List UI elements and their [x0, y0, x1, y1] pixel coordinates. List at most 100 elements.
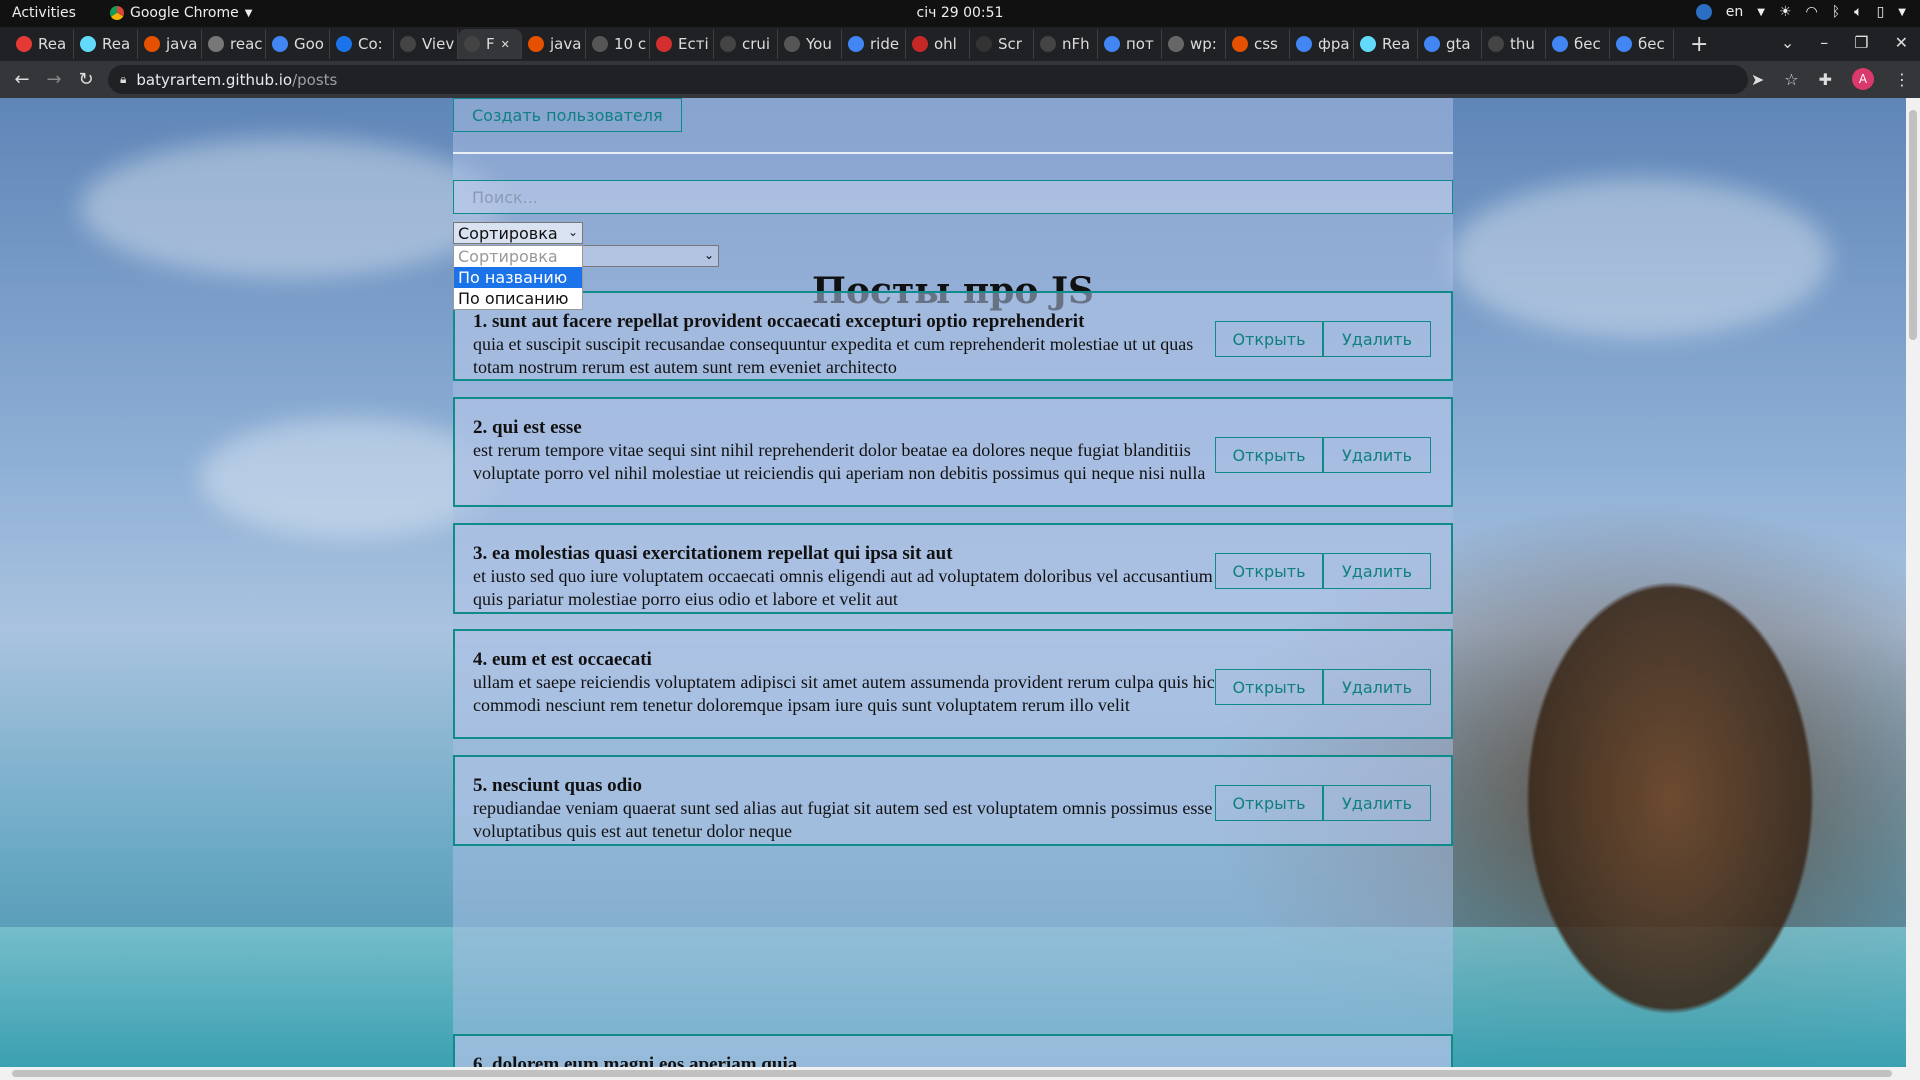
browser-tab[interactable]: F ✕: [458, 29, 522, 59]
minimize-icon[interactable]: –: [1820, 33, 1828, 52]
delete-post-button[interactable]: Удалить: [1323, 437, 1431, 473]
background-cloud: [1450, 178, 1830, 338]
open-post-button[interactable]: Открыть: [1215, 785, 1323, 821]
profile-avatar[interactable]: A: [1852, 68, 1874, 90]
delete-post-button[interactable]: Удалить: [1323, 553, 1431, 589]
horizontal-scrollbar[interactable]: [0, 1067, 1920, 1080]
favicon-icon: [1488, 36, 1504, 52]
browser-tab[interactable]: 10 c: [586, 29, 650, 59]
tab-search-icon[interactable]: ⌄: [1781, 33, 1794, 52]
reload-icon[interactable]: ↻: [70, 69, 102, 90]
tab-label: thu: [1510, 35, 1535, 53]
star-icon[interactable]: ☆: [1784, 70, 1798, 89]
favicon-icon: [976, 36, 992, 52]
browser-tab[interactable]: Rea: [74, 29, 138, 59]
post-body: quia et suscipit suscipit recusandae con…: [473, 334, 1194, 377]
browser-tab[interactable]: Co:: [330, 29, 394, 59]
close-tab-icon[interactable]: ✕: [501, 38, 510, 51]
browser-tab[interactable]: java: [138, 29, 202, 59]
lock-icon: 🔒︎: [120, 72, 127, 86]
tab-label: пот: [1126, 35, 1154, 53]
vertical-scrollbar[interactable]: [1906, 98, 1920, 1067]
tab-label: css: [1254, 35, 1278, 53]
browser-tab[interactable]: gta: [1418, 29, 1482, 59]
sort-option[interactable]: По названию: [454, 267, 582, 288]
browser-tab[interactable]: пот: [1098, 29, 1162, 59]
sort-option[interactable]: По описанию: [454, 288, 582, 309]
browser-tab[interactable]: wp:: [1162, 29, 1226, 59]
favicon-icon: [144, 36, 160, 52]
tab-label: Rea: [1382, 35, 1411, 53]
chevron-down-icon: ⌄: [567, 225, 578, 239]
create-user-button[interactable]: Создать пользователя: [453, 98, 682, 132]
tab-label: ohl: [934, 35, 957, 53]
background-horse: [1470, 478, 1890, 1067]
address-bar[interactable]: 🔒︎ batyrartem.github.io/posts: [108, 65, 1748, 94]
post-actions: Открыть Удалить: [1215, 785, 1431, 821]
delete-post-button[interactable]: Удалить: [1323, 321, 1431, 357]
browser-tab[interactable]: бес: [1546, 29, 1610, 59]
favicon-icon: [1360, 36, 1376, 52]
new-tab-button[interactable]: +: [1690, 32, 1708, 57]
browser-tab[interactable]: You: [778, 29, 842, 59]
tab-label: Ecтi: [678, 35, 709, 53]
tab-label: Co:: [358, 35, 383, 53]
post-title: 6. dolorem eum magni eos aperiam quia: [473, 1054, 798, 1067]
back-arrow-icon[interactable]: ←: [6, 69, 38, 90]
browser-tab[interactable]: Rea: [1354, 29, 1418, 59]
url-host: batyrartem.github.io: [136, 70, 293, 89]
browser-tab[interactable]: ride: [842, 29, 906, 59]
tab-label: java: [550, 35, 582, 53]
browser-tab[interactable]: java: [522, 29, 586, 59]
favicon-icon: [464, 36, 480, 52]
favicon-icon: [720, 36, 736, 52]
search-input[interactable]: [453, 180, 1453, 214]
tab-label: бес: [1638, 35, 1665, 53]
scrollbar-thumb[interactable]: [1909, 110, 1917, 340]
clock[interactable]: січ 29 00:51: [0, 5, 1920, 21]
chevron-down-icon: ▼: [1898, 6, 1906, 18]
forward-arrow-icon[interactable]: →: [38, 69, 70, 90]
delete-post-button[interactable]: Удалить: [1323, 669, 1431, 705]
tab-label: crui: [742, 35, 771, 53]
scrollbar-thumb[interactable]: [12, 1070, 1892, 1077]
tab-label: java: [166, 35, 198, 53]
tab-label: бес: [1574, 35, 1601, 53]
open-post-button[interactable]: Открыть: [1215, 669, 1323, 705]
open-post-button[interactable]: Открыть: [1215, 553, 1323, 589]
post-title: 1. sunt aut facere repellat provident oc…: [473, 311, 1085, 332]
chevron-down-icon: ▼: [1757, 6, 1765, 18]
extensions-icon[interactable]: ✚: [1819, 70, 1832, 89]
post-title: 5. nesciunt quas odio: [473, 775, 642, 796]
sort-select-value: Сортировка: [458, 223, 558, 243]
open-post-button[interactable]: Открыть: [1215, 437, 1323, 473]
close-window-icon[interactable]: ✕: [1895, 33, 1908, 52]
language-indicator[interactable]: en: [1726, 4, 1744, 20]
posts-app: Создать пользователя ⌄ Сортировка ⌄ Сорт…: [453, 98, 1453, 1067]
send-icon[interactable]: ➤: [1751, 70, 1764, 89]
browser-tab[interactable]: ohl: [906, 29, 970, 59]
open-post-button[interactable]: Открыть: [1215, 321, 1323, 357]
browser-tab[interactable]: crui: [714, 29, 778, 59]
browser-tab[interactable]: Rea: [10, 29, 74, 59]
browser-tab[interactable]: nFh: [1034, 29, 1098, 59]
delete-post-button[interactable]: Удалить: [1323, 785, 1431, 821]
post-title: 4. eum et est occaecati: [473, 649, 652, 670]
browser-tab[interactable]: Ecтi: [650, 29, 714, 59]
browser-tab[interactable]: Scr: [970, 29, 1034, 59]
browser-tab[interactable]: css: [1226, 29, 1290, 59]
browser-tab[interactable]: reac: [202, 29, 266, 59]
sort-select[interactable]: Сортировка ⌄: [453, 222, 583, 244]
browser-tab[interactable]: бес: [1610, 29, 1674, 59]
browser-tab[interactable]: thu: [1482, 29, 1546, 59]
system-tray[interactable]: en ▼ ☀ ◠ ᛒ 🔈︎ ▯ ▼: [1695, 4, 1906, 20]
menu-icon[interactable]: ⋮: [1894, 70, 1910, 89]
bluetooth-icon: ᛒ: [1831, 4, 1841, 20]
post-actions: Открыть Удалить: [1215, 669, 1431, 705]
browser-tab[interactable]: Goo: [266, 29, 330, 59]
favicon-icon: [1616, 36, 1632, 52]
post-title: 3. ea molestias quasi exercitationem rep…: [473, 543, 953, 564]
browser-tab[interactable]: Viev: [394, 29, 458, 59]
browser-tab[interactable]: фра: [1290, 29, 1354, 59]
restore-icon[interactable]: ❐: [1854, 33, 1868, 52]
